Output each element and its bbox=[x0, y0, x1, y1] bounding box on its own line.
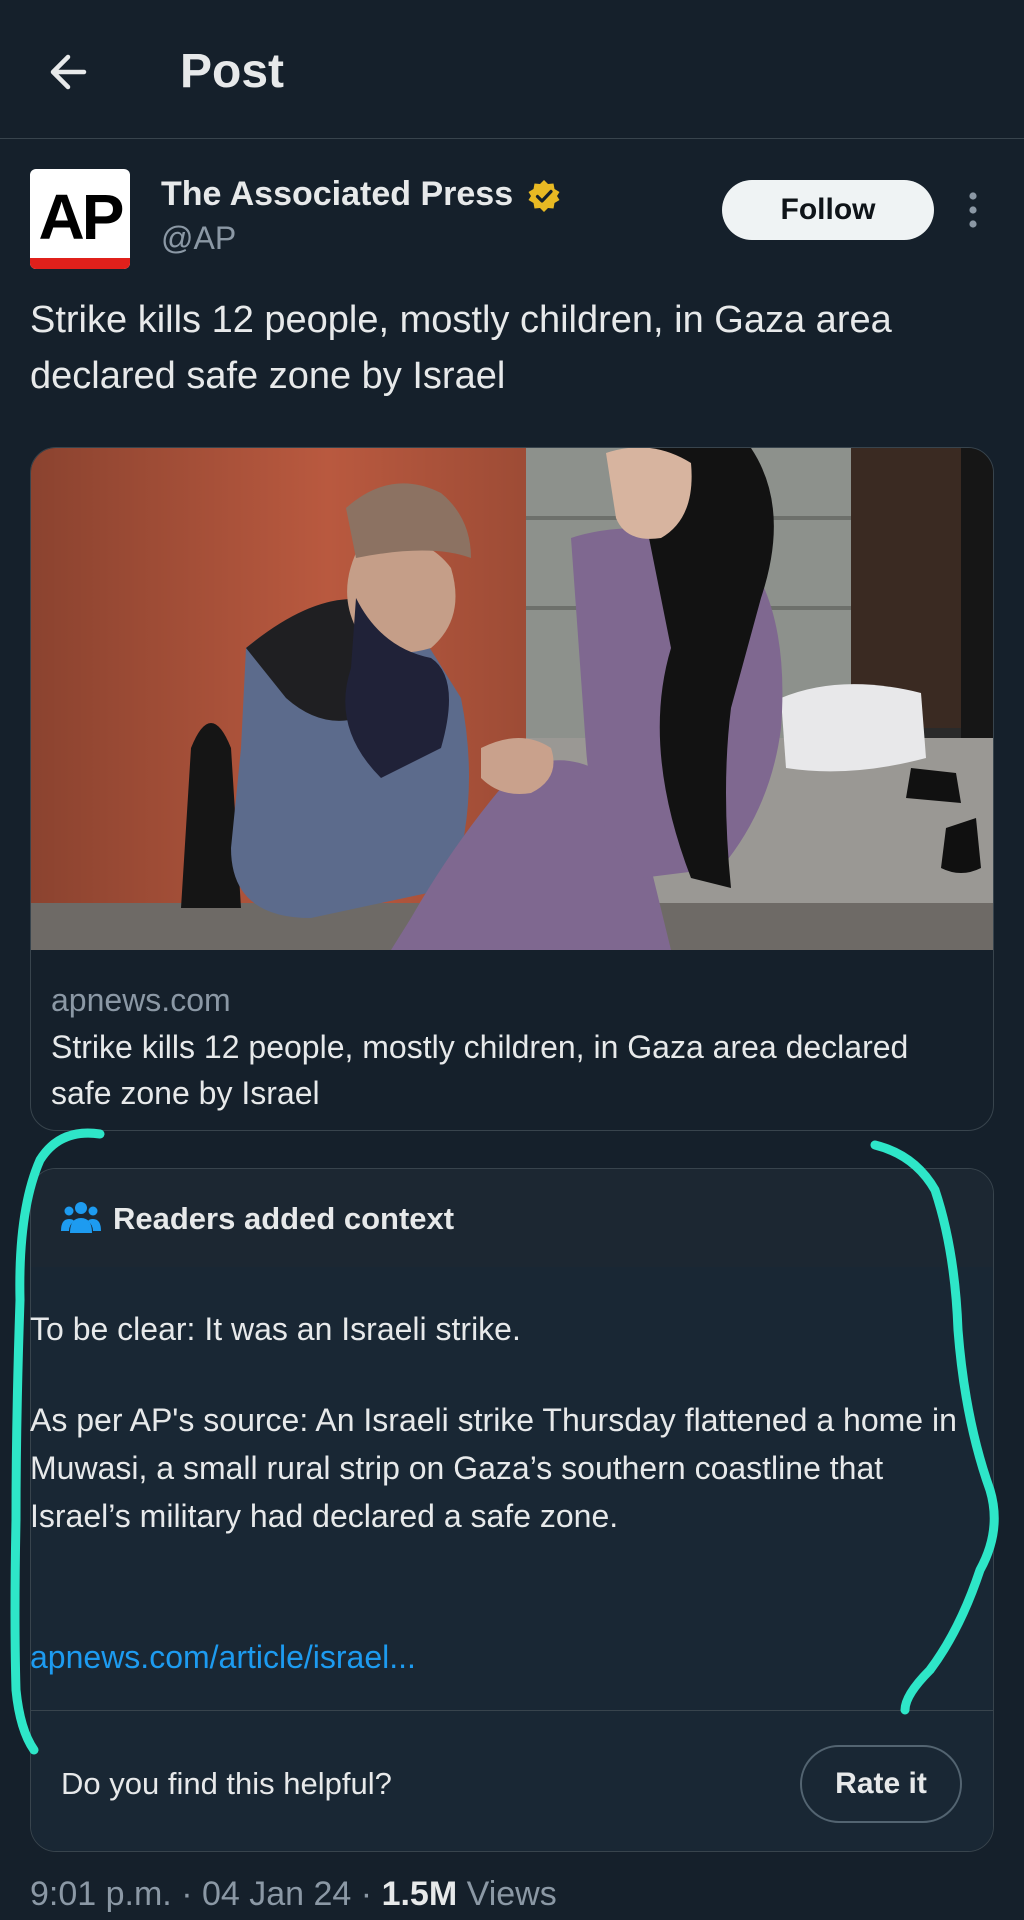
meta-separator: · bbox=[360, 1875, 373, 1913]
post-text: Strike kills 12 people, mostly children,… bbox=[30, 299, 892, 397]
ap-logo-text: AP bbox=[38, 181, 125, 253]
post-time[interactable]: 9:01 p.m. bbox=[30, 1875, 172, 1913]
back-button[interactable] bbox=[40, 42, 100, 102]
views-label: Views bbox=[466, 1875, 557, 1913]
post-meta: 9:01 p.m. · 04 Jan 24 · 1.5M Views bbox=[30, 1872, 557, 1916]
community-note-paragraph-2: As per AP's source: An Israeli strike Th… bbox=[30, 1402, 957, 1534]
rate-it-button[interactable]: Rate it bbox=[800, 1745, 962, 1823]
people-group-icon bbox=[61, 1202, 101, 1233]
verified-badge-icon[interactable] bbox=[527, 179, 561, 213]
community-note-paragraph-1: To be clear: It was an Israeli strike. bbox=[30, 1311, 521, 1347]
post-date[interactable]: 04 Jan 24 bbox=[202, 1875, 351, 1913]
views-count[interactable]: 1.5M bbox=[382, 1875, 458, 1913]
community-note-divider bbox=[30, 1710, 994, 1711]
arrow-left-icon bbox=[50, 54, 87, 90]
top-bar: Post bbox=[0, 0, 1024, 139]
community-note-source-link[interactable]: apnews.com/article/israel... bbox=[30, 1634, 416, 1680]
avatar[interactable]: AP bbox=[30, 169, 130, 269]
author-handle[interactable]: @AP bbox=[161, 218, 236, 258]
article-photo[interactable] bbox=[31, 448, 994, 950]
helpful-question: Do you find this helpful? bbox=[61, 1766, 392, 1801]
author-display-name[interactable]: The Associated Press bbox=[161, 174, 513, 214]
card-domain: apnews.com bbox=[51, 982, 231, 1018]
community-note-header: Readers added context bbox=[31, 1169, 993, 1267]
community-note-title: Readers added context bbox=[113, 1201, 455, 1236]
more-vertical-icon[interactable] bbox=[958, 190, 988, 230]
link-card[interactable]: apnews.com Strike kills 12 people, mostl… bbox=[30, 447, 994, 1131]
ap-logo-red-bar bbox=[30, 258, 130, 269]
card-title: Strike kills 12 people, mostly children,… bbox=[51, 1029, 909, 1111]
meta-separator: · bbox=[181, 1875, 193, 1913]
follow-button[interactable]: Follow bbox=[722, 180, 934, 240]
page-title: Post bbox=[180, 45, 285, 98]
